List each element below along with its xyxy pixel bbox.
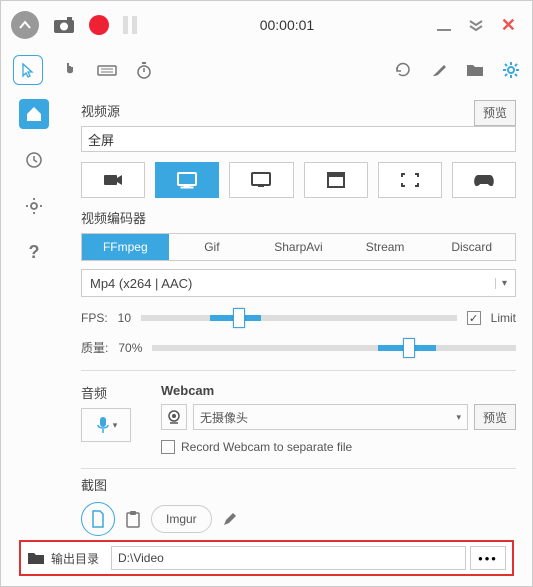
home-icon bbox=[25, 105, 43, 123]
sidebar-settings[interactable] bbox=[19, 191, 49, 221]
pencil-icon[interactable] bbox=[222, 511, 238, 527]
timer-display: 00:00:01 bbox=[137, 17, 437, 33]
minimize-button[interactable] bbox=[437, 29, 451, 31]
screenshot-file-button[interactable] bbox=[81, 502, 115, 536]
click-tool-icon[interactable] bbox=[61, 61, 79, 79]
sidebar-history[interactable] bbox=[19, 145, 49, 175]
preview-button[interactable]: 预览 bbox=[474, 100, 516, 126]
webcam-separate-label: Record Webcam to separate file bbox=[181, 440, 352, 454]
brush-icon[interactable] bbox=[430, 61, 448, 79]
sidebar-help[interactable]: ? bbox=[19, 237, 49, 267]
keyboard-icon[interactable] bbox=[97, 63, 117, 77]
mode-camera[interactable] bbox=[81, 162, 145, 198]
question-icon: ? bbox=[29, 242, 40, 263]
mode-window[interactable] bbox=[304, 162, 368, 198]
mode-game[interactable] bbox=[452, 162, 516, 198]
chevron-up-icon bbox=[19, 20, 31, 30]
webcam-preview-button[interactable]: 预览 bbox=[474, 404, 516, 430]
fps-slider[interactable] bbox=[141, 315, 457, 321]
close-button[interactable]: ✕ bbox=[501, 15, 516, 36]
quality-label: 质量: bbox=[81, 339, 108, 356]
encoder-tab-gif[interactable]: Gif bbox=[169, 234, 256, 260]
output-folder-icon[interactable] bbox=[21, 551, 51, 565]
mode-screen[interactable] bbox=[155, 162, 219, 198]
quality-value: 70% bbox=[118, 341, 142, 355]
codec-select[interactable]: Mp4 (x264 | AAC) bbox=[81, 269, 516, 297]
refresh-icon[interactable] bbox=[394, 61, 412, 79]
output-path-input[interactable]: D:\Video bbox=[111, 546, 466, 570]
encoder-tab-stream[interactable]: Stream bbox=[342, 234, 429, 260]
webcam-separate-checkbox[interactable] bbox=[161, 440, 175, 454]
sidebar-home[interactable] bbox=[19, 99, 49, 129]
fps-label: FPS: bbox=[81, 311, 108, 325]
settings-gear-icon[interactable] bbox=[502, 61, 520, 79]
encoder-tab-discard[interactable]: Discard bbox=[428, 234, 515, 260]
camera-icon[interactable] bbox=[53, 16, 75, 34]
mode-region[interactable] bbox=[378, 162, 442, 198]
fps-limit-label: Limit bbox=[491, 311, 516, 325]
folder-icon[interactable] bbox=[466, 62, 484, 78]
collapse-up-button[interactable] bbox=[11, 11, 39, 39]
quality-slider[interactable] bbox=[152, 345, 516, 351]
fps-value: 10 bbox=[118, 311, 131, 325]
gear-icon bbox=[25, 197, 43, 215]
encoder-label: 视频编码器 bbox=[81, 208, 516, 227]
encoder-tab-sharpavi[interactable]: SharpAvi bbox=[255, 234, 342, 260]
record-button[interactable] bbox=[89, 15, 109, 35]
cursor-tool[interactable] bbox=[13, 55, 43, 85]
mic-icon bbox=[95, 415, 111, 435]
webcam-device-select[interactable]: 无摄像头 bbox=[193, 404, 468, 430]
webcam-icon bbox=[166, 409, 182, 425]
audio-mic-toggle[interactable]: ▾ bbox=[81, 408, 131, 442]
pause-button[interactable] bbox=[123, 16, 137, 34]
audio-label: 音频 bbox=[81, 383, 137, 402]
imgur-button[interactable]: Imgur bbox=[151, 505, 212, 533]
stopwatch-icon[interactable] bbox=[135, 61, 153, 79]
clipboard-icon[interactable] bbox=[125, 510, 141, 528]
expand-down-icon[interactable] bbox=[469, 18, 483, 32]
webcam-label: Webcam bbox=[161, 383, 516, 398]
cursor-icon bbox=[20, 62, 36, 78]
encoder-tab-ffmpeg[interactable]: FFmpeg bbox=[82, 234, 169, 260]
mode-monitor[interactable] bbox=[229, 162, 293, 198]
history-icon bbox=[25, 151, 43, 169]
fps-limit-checkbox[interactable]: ✓ bbox=[467, 311, 481, 325]
webcam-icon-box bbox=[161, 404, 187, 430]
video-source-label: 视频源 bbox=[81, 101, 468, 120]
video-source-input[interactable] bbox=[81, 126, 516, 152]
screenshot-label: 截图 bbox=[81, 475, 516, 494]
output-label: 输出目录 bbox=[51, 550, 107, 567]
codec-value: Mp4 (x264 | AAC) bbox=[90, 276, 192, 291]
chevron-down-icon: ▾ bbox=[113, 420, 118, 431]
output-browse-button[interactable]: ••• bbox=[470, 546, 506, 570]
file-icon bbox=[90, 510, 106, 528]
